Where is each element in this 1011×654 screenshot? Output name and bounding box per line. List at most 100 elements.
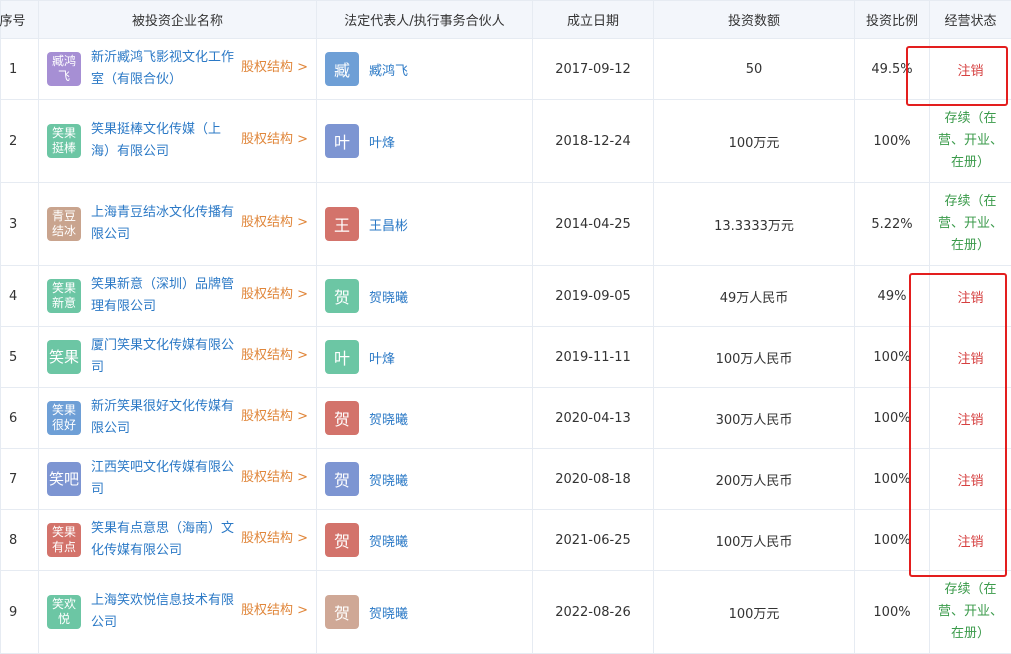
equity-structure-link[interactable]: 股权结构 > [241, 211, 308, 230]
company-cell: 笑果挺棒 笑果挺棒文化传媒（上海）有限公司 股权结构 > [39, 100, 317, 183]
legal-rep-cell: 臧 臧鸿飞 [317, 39, 533, 100]
founded-date: 2019-11-11 [533, 327, 654, 388]
company-name-link[interactable]: 笑果新意（深圳）品牌管理有限公司 [91, 274, 235, 318]
header-legal-rep: 法定代表人/执行事务合伙人 [317, 1, 533, 39]
equity-structure-link[interactable]: 股权结构 > [241, 56, 308, 75]
legal-rep-link[interactable]: 贺晓曦 [369, 470, 408, 489]
founded-date: 2014-04-25 [533, 183, 654, 266]
founded-date: 2020-04-13 [533, 388, 654, 449]
equity-structure-link[interactable]: 股权结构 > [241, 283, 308, 302]
status-text: 注销 [930, 348, 1011, 367]
legal-rep-cell: 叶 叶烽 [317, 100, 533, 183]
legal-rep-cell: 叶 叶烽 [317, 327, 533, 388]
investment-ratio: 100% [855, 449, 930, 510]
business-status: 存续（在营、开业、在册） [930, 183, 1011, 266]
business-status: 注销 [930, 266, 1011, 327]
legal-rep-cell: 贺 贺晓曦 [317, 388, 533, 449]
avatar: 叶 [325, 340, 359, 374]
status-text: 注销 [930, 531, 1011, 550]
row-index: 9 [1, 571, 39, 654]
founded-date: 2018-12-24 [533, 100, 654, 183]
header-founded-date: 成立日期 [533, 1, 654, 39]
business-status: 存续（在营、开业、在册） [930, 100, 1011, 183]
table-row: 6 笑果很好 新沂笑果很好文化传媒有限公司 股权结构 > 贺 贺晓曦 2020-… [1, 388, 1011, 449]
investment-ratio: 49% [855, 266, 930, 327]
company-name-link[interactable]: 新沂臧鸿飞影视文化工作室（有限合伙） [91, 47, 235, 91]
company-logo: 笑欢悦 [47, 595, 81, 629]
header-investment-ratio: 投资比例 [855, 1, 930, 39]
company-logo: 笑果挺棒 [47, 124, 81, 158]
header-investment-amount: 投资数额 [654, 1, 855, 39]
table-row: 5 笑果 厦门笑果文化传媒有限公司 股权结构 > 叶 叶烽 2019-11-11… [1, 327, 1011, 388]
company-logo: 臧鸿飞 [47, 52, 81, 86]
legal-rep-link[interactable]: 叶烽 [369, 132, 395, 151]
founded-date: 2019-09-05 [533, 266, 654, 327]
investment-amount: 13.3333万元 [654, 183, 855, 266]
avatar: 贺 [325, 279, 359, 313]
status-text: 存续（在营、开业、在册） [930, 579, 1011, 645]
avatar: 贺 [325, 523, 359, 557]
company-name-link[interactable]: 厦门笑果文化传媒有限公司 [91, 335, 235, 379]
header-company: 被投资企业名称 [39, 1, 317, 39]
equity-structure-link[interactable]: 股权结构 > [241, 405, 308, 424]
status-text: 注销 [930, 60, 1011, 79]
company-name-link[interactable]: 笑果挺棒文化传媒（上海）有限公司 [91, 119, 235, 163]
business-status: 注销 [930, 449, 1011, 510]
company-name-link[interactable]: 上海笑欢悦信息技术有限公司 [91, 590, 235, 634]
company-logo: 笑果新意 [47, 279, 81, 313]
legal-rep-link[interactable]: 贺晓曦 [369, 531, 408, 550]
avatar: 臧 [325, 52, 359, 86]
company-name-link[interactable]: 江西笑吧文化传媒有限公司 [91, 457, 235, 501]
legal-rep-link[interactable]: 臧鸿飞 [369, 60, 408, 79]
company-name-link[interactable]: 笑果有点意思（海南）文化传媒有限公司 [91, 518, 235, 562]
investment-amount: 200万人民币 [654, 449, 855, 510]
legal-rep-cell: 贺 贺晓曦 [317, 266, 533, 327]
company-name-link[interactable]: 新沂笑果很好文化传媒有限公司 [91, 396, 235, 440]
row-index: 2 [1, 100, 39, 183]
company-cell: 笑果很好 新沂笑果很好文化传媒有限公司 股权结构 > [39, 388, 317, 449]
equity-structure-link[interactable]: 股权结构 > [241, 344, 308, 363]
row-index: 1 [1, 39, 39, 100]
company-logo: 笑果 [47, 340, 81, 374]
company-cell: 笑欢悦 上海笑欢悦信息技术有限公司 股权结构 > [39, 571, 317, 654]
company-name-link[interactable]: 上海青豆结冰文化传播有限公司 [91, 202, 235, 246]
equity-structure-link[interactable]: 股权结构 > [241, 527, 308, 546]
investment-ratio: 100% [855, 388, 930, 449]
legal-rep-link[interactable]: 叶烽 [369, 348, 395, 367]
header-index: 序号 [1, 1, 39, 39]
company-cell: 笑果新意 笑果新意（深圳）品牌管理有限公司 股权结构 > [39, 266, 317, 327]
status-text: 注销 [930, 287, 1011, 306]
avatar: 王 [325, 207, 359, 241]
company-cell: 青豆结冰 上海青豆结冰文化传播有限公司 股权结构 > [39, 183, 317, 266]
company-logo: 笑果很好 [47, 401, 81, 435]
business-status: 注销 [930, 39, 1011, 100]
founded-date: 2020-08-18 [533, 449, 654, 510]
company-logo: 笑吧 [47, 462, 81, 496]
investment-amount: 100万元 [654, 571, 855, 654]
investment-amount: 100万元 [654, 100, 855, 183]
company-logo: 青豆结冰 [47, 207, 81, 241]
legal-rep-cell: 王 王昌彬 [317, 183, 533, 266]
avatar: 贺 [325, 595, 359, 629]
table-row: 9 笑欢悦 上海笑欢悦信息技术有限公司 股权结构 > 贺 贺晓曦 2022-08… [1, 571, 1011, 654]
equity-structure-link[interactable]: 股权结构 > [241, 599, 308, 618]
legal-rep-link[interactable]: 贺晓曦 [369, 287, 408, 306]
business-status: 注销 [930, 510, 1011, 571]
equity-structure-link[interactable]: 股权结构 > [241, 466, 308, 485]
investment-ratio: 100% [855, 510, 930, 571]
legal-rep-link[interactable]: 贺晓曦 [369, 603, 408, 622]
header-business-status: 经营状态 [930, 1, 1011, 39]
status-text: 注销 [930, 409, 1011, 428]
legal-rep-link[interactable]: 贺晓曦 [369, 409, 408, 428]
table-row: 3 青豆结冰 上海青豆结冰文化传播有限公司 股权结构 > 王 王昌彬 2014-… [1, 183, 1011, 266]
company-cell: 笑果有点 笑果有点意思（海南）文化传媒有限公司 股权结构 > [39, 510, 317, 571]
legal-rep-cell: 贺 贺晓曦 [317, 449, 533, 510]
company-cell: 笑吧 江西笑吧文化传媒有限公司 股权结构 > [39, 449, 317, 510]
equity-structure-link[interactable]: 股权结构 > [241, 128, 308, 147]
table-row: 7 笑吧 江西笑吧文化传媒有限公司 股权结构 > 贺 贺晓曦 2020-08-1… [1, 449, 1011, 510]
legal-rep-link[interactable]: 王昌彬 [369, 215, 408, 234]
avatar: 贺 [325, 401, 359, 435]
status-text: 存续（在营、开业、在册） [930, 108, 1011, 174]
investment-amount: 100万人民币 [654, 510, 855, 571]
avatar: 贺 [325, 462, 359, 496]
